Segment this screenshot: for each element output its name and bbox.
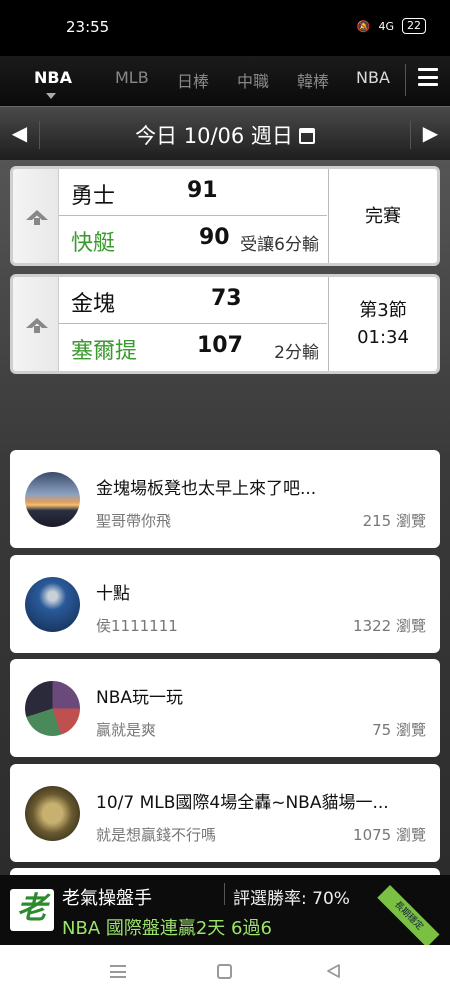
signal-icon: 4G — [378, 19, 394, 33]
post-item[interactable]: NBA玩一玩 贏就是爽 75 瀏覽 — [10, 659, 440, 757]
tab-mlb[interactable]: MLB — [115, 68, 149, 87]
spread-result: 受讓6分輸 — [240, 235, 319, 255]
post-item[interactable]: 10/7 MLB國際4場全轟~NBA貓場一... 就是想贏錢不行嗎 1075 瀏… — [10, 764, 440, 862]
post-views: 1322 瀏覽 — [353, 617, 426, 635]
promo-banner[interactable]: 老 老氣操盤手 評選勝率: 70% NBA 國際盤連贏2天 6過6 長期穩定 — [0, 875, 450, 948]
post-author: 贏就是爽 — [96, 721, 157, 739]
post-title: 10/7 MLB國際4場全轟~NBA貓場一... — [96, 793, 389, 813]
game-card[interactable]: 金塊 73 塞爾提 107 2分輸 第3節 01:34 — [10, 274, 440, 374]
up-arrow-icon — [26, 318, 48, 333]
team-score: 73 — [211, 286, 242, 311]
post-views: 75 瀏覽 — [372, 721, 426, 739]
spread-result: 2分輸 — [274, 343, 319, 363]
team-name: 快艇 — [71, 231, 116, 256]
team-name: 塞爾提 — [71, 339, 138, 364]
avatar — [25, 577, 80, 632]
post-author: 就是想贏錢不行嗎 — [96, 826, 217, 844]
post-title: 金塊場板凳也太早上來了吧... — [96, 479, 317, 499]
game-status-line1: 完賽 — [365, 205, 401, 227]
tab-divider — [405, 64, 406, 96]
home-button[interactable] — [217, 964, 232, 979]
status-time: 23:55 — [66, 18, 110, 36]
league-tab-bar: NBA MLB 日棒 中職 韓棒 NBA — [0, 56, 450, 106]
team-score: 107 — [197, 333, 243, 358]
game-card[interactable]: 勇士 91 快艇 90 受讓6分輸 完賽 — [10, 166, 440, 266]
team-row-home: 金塊 73 — [59, 277, 327, 324]
post-views: 215 瀏覽 — [362, 512, 426, 530]
tab-npb[interactable]: 日棒 — [177, 68, 209, 92]
banner-divider — [224, 883, 225, 905]
post-item[interactable]: 金塊場板凳也太早上來了吧... 聖哥帶你飛 215 瀏覽 — [10, 450, 440, 548]
post-views: 1075 瀏覽 — [353, 826, 426, 844]
post-title: 十點 — [96, 584, 130, 604]
game-status-line2: 01:34 — [357, 327, 409, 348]
status-icons: 🔕 4G 22 — [357, 18, 426, 34]
mute-icon: 🔕 — [356, 19, 371, 33]
date-nav: ◀ 今日 10/06 週日 ▶ — [0, 106, 450, 160]
recent-apps-button[interactable] — [110, 965, 126, 978]
team-row-away: 快艇 90 受讓6分輸 — [59, 216, 327, 263]
team-name: 金塊 — [71, 292, 116, 317]
post-author: 聖哥帶你飛 — [96, 512, 172, 530]
game-status-line1: 第3節 — [359, 300, 407, 321]
tab-nba[interactable]: NBA — [34, 68, 72, 87]
date-selector[interactable]: 今日 10/06 週日 — [0, 120, 450, 150]
avatar — [25, 786, 80, 841]
battery-icon: 22 — [402, 18, 426, 34]
calendar-icon[interactable] — [298, 128, 315, 144]
team-row-away: 塞爾提 107 2分輸 — [59, 324, 327, 371]
team-score: 91 — [187, 178, 218, 203]
expand-arrow-button[interactable] — [13, 277, 59, 371]
game-status: 完賽 — [328, 169, 437, 263]
expand-arrow-button[interactable] — [13, 169, 59, 263]
tipster-logo: 老 — [10, 889, 54, 931]
win-rate: 評選勝率: 70% — [233, 889, 350, 909]
post-title: NBA玩一玩 — [96, 688, 184, 708]
tipster-name: 老氣操盤手 — [62, 888, 152, 909]
back-button[interactable] — [325, 963, 341, 979]
active-tab-caret-icon — [46, 93, 56, 99]
tab-kbo[interactable]: 韓棒 — [297, 68, 329, 92]
avatar — [25, 681, 80, 736]
promo-text: NBA 國際盤連贏2天 6過6 — [62, 918, 272, 939]
status-bar: 23:55 🔕 4G 22 — [0, 0, 450, 56]
stable-ribbon-badge: 長期穩定 — [377, 885, 440, 948]
post-item[interactable]: 十點 侯1111111 1322 瀏覽 — [10, 555, 440, 653]
tab-nba-2[interactable]: NBA — [356, 68, 390, 87]
avatar — [25, 472, 80, 527]
post-author: 侯1111111 — [96, 617, 178, 635]
team-row-home: 勇士 91 — [59, 169, 327, 216]
menu-icon[interactable] — [418, 68, 438, 86]
system-nav-bar — [0, 945, 450, 1000]
tab-cpbl[interactable]: 中職 — [237, 68, 269, 92]
next-day-button[interactable]: ▶ — [410, 121, 450, 149]
team-score: 90 — [199, 225, 230, 250]
team-name: 勇士 — [71, 184, 116, 209]
date-label: 今日 10/06 週日 — [135, 124, 293, 148]
up-arrow-icon — [26, 210, 48, 225]
game-status: 第3節 01:34 — [328, 277, 437, 371]
